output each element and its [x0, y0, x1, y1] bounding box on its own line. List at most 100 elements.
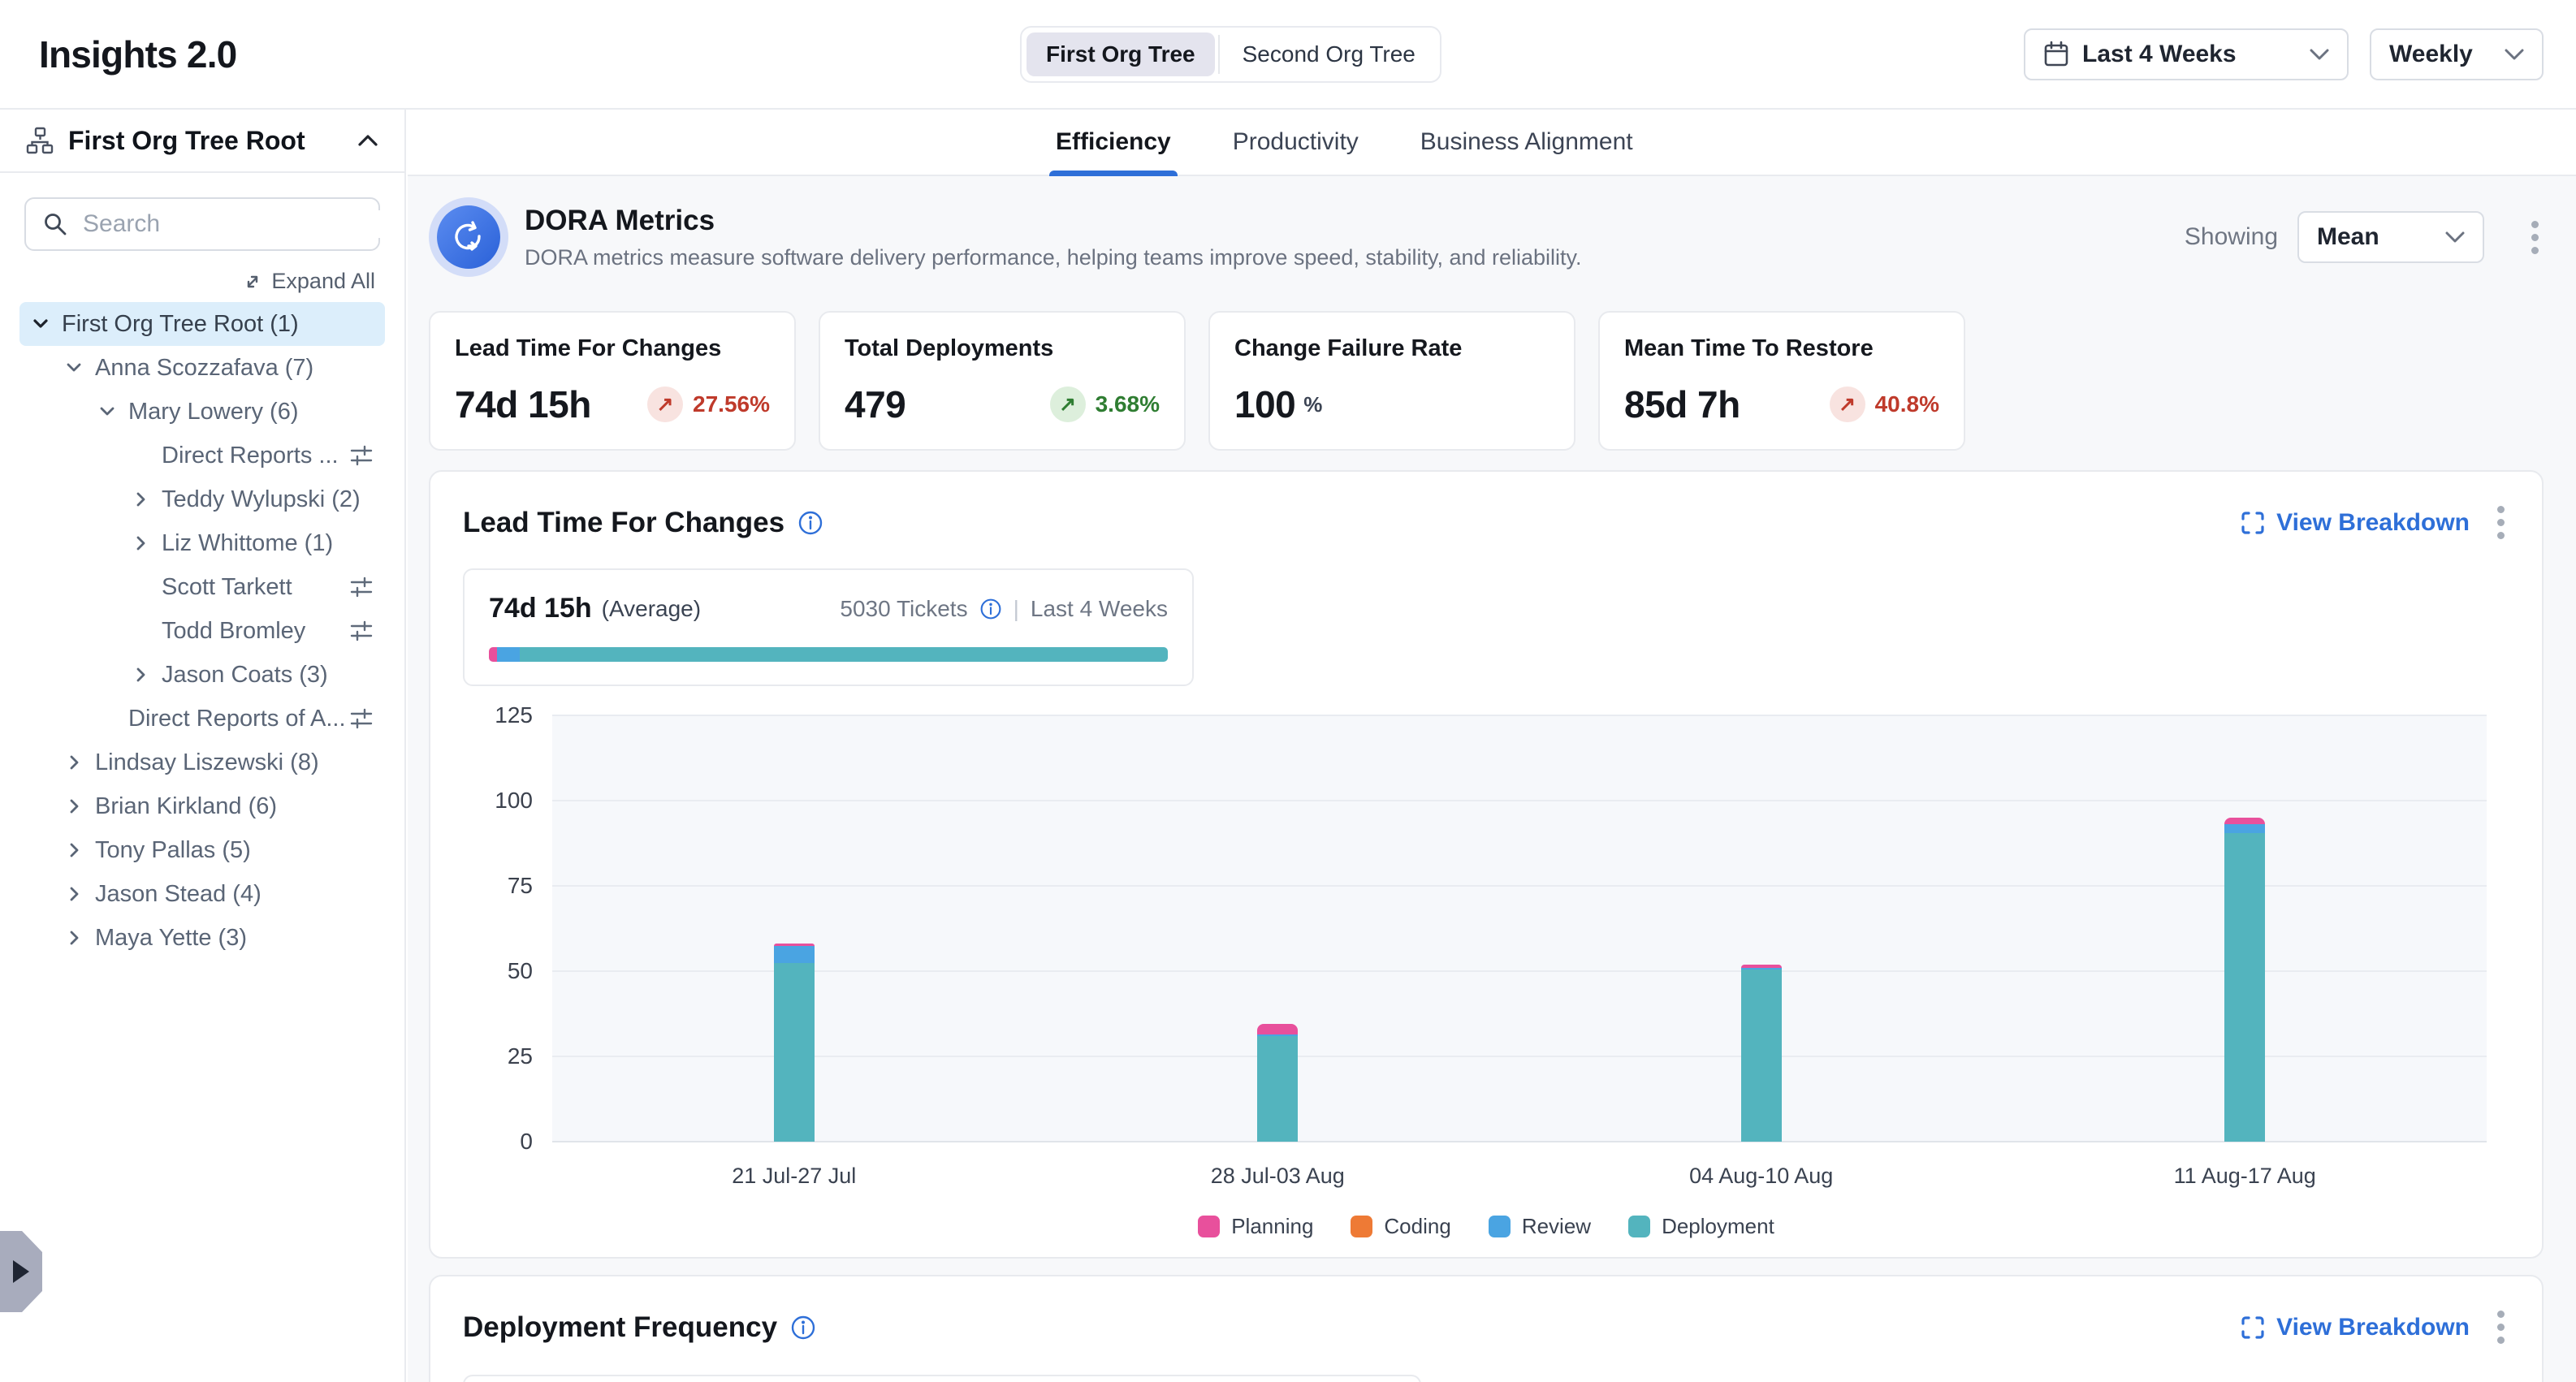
x-axis-tick-label: 28 Jul-03 Aug [1211, 1164, 1345, 1189]
tree-item[interactable]: Maya Yette (3) [19, 916, 385, 960]
tree-item[interactable]: Jason Stead (4) [19, 872, 385, 916]
stat-card-title: Lead Time For Changes [455, 335, 770, 362]
header-controls: Last 4 Weeks Weekly [2024, 28, 2544, 80]
tree-item[interactable]: First Org Tree Root (1) [19, 302, 385, 346]
tree-item[interactable]: Jason Coats (3) [19, 653, 385, 697]
deployment-frequency-title: Deployment Frequency [463, 1311, 777, 1344]
lead-time-menu-button[interactable] [2492, 501, 2509, 544]
filter-sliders-icon[interactable] [349, 619, 374, 643]
tree-item-label: Liz Whittome (1) [162, 530, 333, 557]
chevron-down-icon [2445, 231, 2465, 243]
chevron-right-icon[interactable] [131, 533, 162, 553]
stat-card-delta: ↗40.8% [1830, 387, 1939, 422]
legend-label: Deployment [1662, 1214, 1774, 1239]
average-meta: 5030 Tickets | Last 4 Weeks [840, 596, 1168, 622]
tree-item[interactable]: Tony Pallas (5) [19, 828, 385, 872]
chevron-right-icon[interactable] [64, 928, 95, 948]
expand-all-button[interactable]: Expand All [29, 269, 375, 294]
org-tab-first[interactable]: First Org Tree [1027, 32, 1215, 76]
tree-item[interactable]: Direct Reports ... [19, 434, 385, 477]
tree-item[interactable]: Liz Whittome (1) [19, 521, 385, 565]
stacked-bar[interactable] [1741, 965, 1782, 1142]
tree-item[interactable]: Anna Scozzafava (7) [19, 346, 385, 390]
chevron-right-icon[interactable] [64, 797, 95, 816]
bar-segment-deployment [774, 963, 815, 1142]
stacked-bar[interactable] [774, 944, 815, 1142]
stacked-bar[interactable] [2224, 818, 2265, 1142]
tab-productivity[interactable]: Productivity [1226, 110, 1365, 175]
legend-label: Review [1522, 1214, 1591, 1239]
y-axis-tick-label: 100 [463, 788, 533, 814]
filter-sliders-icon[interactable] [349, 706, 374, 731]
chevron-right-icon[interactable] [64, 753, 95, 772]
gridline [552, 800, 2487, 801]
insights-app: Insights 2.0 First Org Tree Second Org T… [0, 0, 2576, 1382]
chevron-down-icon[interactable] [64, 358, 95, 378]
tree-item[interactable]: Scott Tarkett [19, 565, 385, 609]
main-tabs: Efficiency Productivity Business Alignme… [1049, 110, 1640, 175]
tree-item-label: First Org Tree Root (1) [62, 311, 299, 338]
chevron-down-icon[interactable] [97, 402, 128, 421]
search-input[interactable] [83, 210, 396, 238]
lead-time-header: Lead Time For Changes View Breakdown [463, 501, 2509, 544]
tree-item[interactable]: Mary Lowery (6) [19, 390, 385, 434]
y-axis-tick-label: 75 [463, 873, 533, 899]
search-icon [42, 211, 68, 237]
stacked-bar[interactable] [1257, 1024, 1298, 1142]
tab-business-alignment[interactable]: Business Alignment [1414, 110, 1640, 175]
app-title: Insights 2.0 [39, 32, 236, 76]
top-header: Insights 2.0 First Org Tree Second Org T… [0, 0, 2576, 110]
lead-time-view-breakdown[interactable]: View Breakdown [2241, 509, 2470, 537]
stat-card-value-row: 100% [1234, 382, 1549, 426]
date-range-dropdown[interactable]: Last 4 Weeks [2024, 28, 2349, 80]
chevron-down-icon[interactable] [31, 314, 62, 334]
stat-card-delta-value: 27.56% [693, 391, 770, 417]
info-icon[interactable] [979, 598, 1002, 620]
trend-up-arrow-icon: ↗ [647, 387, 683, 422]
bar-segment-review [774, 946, 815, 963]
legend-swatch [1628, 1216, 1650, 1237]
tree-item-label: Jason Coats (3) [162, 662, 328, 689]
y-axis-tick-label: 125 [463, 702, 533, 728]
dora-menu-button[interactable] [2526, 216, 2544, 259]
triangle-right-icon [13, 1260, 29, 1283]
range-label: Last 4 Weeks [1031, 596, 1168, 622]
tab-efficiency[interactable]: Efficiency [1049, 110, 1178, 175]
tree-item[interactable]: Brian Kirkland (6) [19, 784, 385, 828]
tree-item[interactable]: Todd Bromley [19, 609, 385, 653]
dora-title: DORA Metrics [525, 205, 1582, 237]
trend-up-arrow-icon: ↗ [1050, 387, 1086, 422]
stat-card-value-row: 479↗3.68% [845, 382, 1160, 426]
lead-time-chart: 025507510012521 Jul-27 Jul28 Jul-03 Aug0… [463, 715, 2509, 1203]
chevron-right-icon[interactable] [131, 665, 162, 685]
tree-item-label: Todd Bromley [162, 618, 305, 645]
sidebar-header[interactable]: First Org Tree Root [0, 110, 404, 173]
tree-item-label: Brian Kirkland (6) [95, 793, 277, 820]
granularity-dropdown[interactable]: Weekly [2370, 28, 2544, 80]
gridline [552, 1056, 2487, 1057]
chevron-up-icon[interactable] [357, 134, 378, 147]
lead-time-average-box: 74d 15h (Average) 5030 Tickets | Last 4 … [463, 568, 1194, 686]
tree-item[interactable]: Direct Reports of A... [19, 697, 385, 741]
filter-sliders-icon[interactable] [349, 443, 374, 468]
filter-sliders-icon[interactable] [349, 575, 374, 599]
deployment-frequency-view-breakdown[interactable]: View Breakdown [2241, 1314, 2470, 1341]
y-axis-tick-label: 25 [463, 1043, 533, 1069]
legend-item-review: Review [1489, 1214, 1591, 1239]
chevron-right-icon[interactable] [64, 840, 95, 860]
chevron-right-icon[interactable] [64, 884, 95, 904]
progress-segment-review [497, 647, 520, 662]
y-axis-tick-label: 0 [463, 1129, 533, 1155]
deployment-frequency-menu-button[interactable] [2492, 1306, 2509, 1349]
average-value: 74d 15h [489, 593, 592, 624]
showing-dropdown[interactable]: Mean [2297, 211, 2484, 263]
tree-item[interactable]: Lindsay Liszewski (8) [19, 741, 385, 784]
info-icon[interactable] [790, 1315, 816, 1341]
org-tab-second[interactable]: Second Org Tree [1223, 32, 1435, 76]
deployment-frequency-average-box [463, 1375, 1421, 1382]
tree-item[interactable]: Teddy Wylupski (2) [19, 477, 385, 521]
y-axis-tick-label: 50 [463, 958, 533, 984]
info-icon[interactable] [797, 510, 823, 536]
org-tree-sidebar: First Org Tree Root Expand All First Org… [0, 110, 406, 1382]
chevron-right-icon[interactable] [131, 490, 162, 509]
